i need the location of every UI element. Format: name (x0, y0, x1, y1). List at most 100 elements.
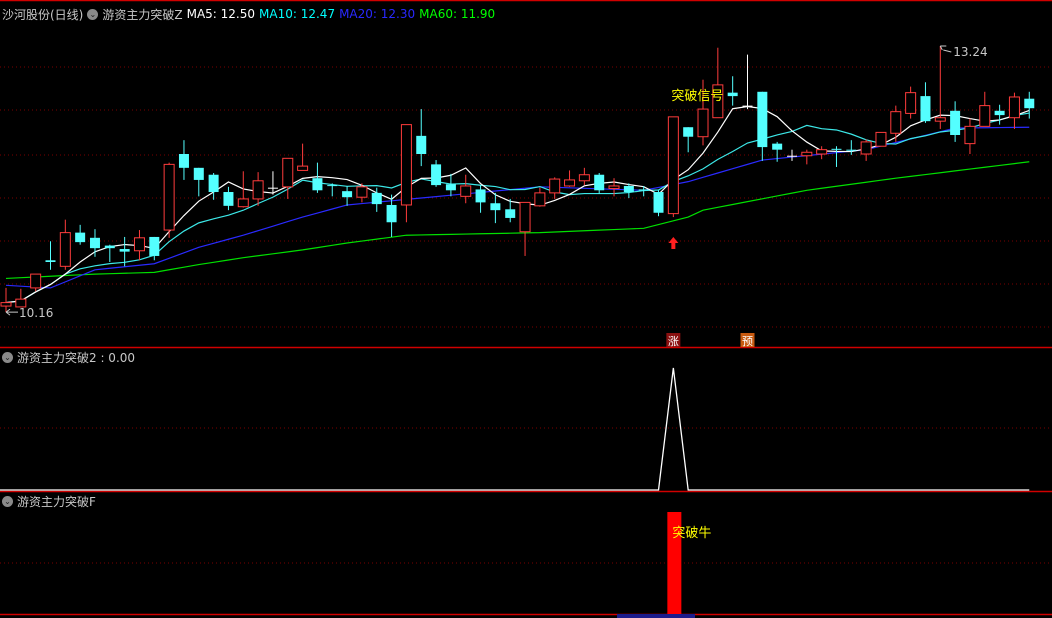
candle-body-down (505, 209, 516, 218)
candle (45, 241, 56, 270)
candle-body-down (149, 236, 160, 256)
candle-body-down (490, 203, 501, 211)
panel3-header: ⌄ 游资主力突破F (2, 493, 96, 509)
main-panel-header: 沙河股份(日线) ⌄ 游资主力突破Z MA5: 12.50 MA10: 12.4… (2, 6, 495, 22)
candle-body-up (816, 149, 828, 155)
candle (683, 127, 694, 153)
candle (282, 157, 294, 199)
candle (297, 143, 309, 171)
high-pointer-icon (939, 45, 952, 53)
candle-body-down (772, 143, 783, 150)
candle-body-up (697, 108, 709, 138)
panel2-title[interactable]: 游资主力突破2 : 0.00 (17, 349, 135, 366)
candle-body-down (1024, 98, 1035, 109)
candle-body-up (282, 157, 294, 188)
pre-tag: 预 (742, 335, 753, 348)
candle-body-down (267, 187, 278, 189)
candle (89, 229, 100, 257)
ma5-value: MA5: 12.50 (186, 7, 256, 21)
candle-body-up (519, 201, 531, 233)
candle (104, 244, 115, 262)
candle-body-down (416, 135, 427, 154)
candle (667, 116, 679, 218)
candle-body-down (312, 178, 323, 191)
candle-body-up (905, 92, 917, 114)
candle (445, 173, 456, 197)
grid-lines (0, 0, 1052, 618)
candle-body-down (45, 260, 56, 262)
candle (727, 76, 738, 106)
candle-body-up (252, 180, 264, 200)
candle-body-up (0, 302, 12, 307)
candle-body-down (119, 249, 130, 252)
candle-body-up (534, 192, 546, 207)
ma20-line (5, 126, 1030, 289)
candle (208, 173, 219, 200)
stock-chart[interactable]: 突破信号 13.24 10.16 突破牛 涨 预 (0, 0, 1052, 618)
candle-body-down (342, 191, 353, 198)
candle (133, 230, 145, 261)
candle (75, 224, 86, 245)
candle-body-up (163, 163, 175, 231)
candle (431, 160, 442, 187)
candle (475, 185, 486, 213)
candle-body-up (1008, 96, 1020, 119)
candle (519, 201, 531, 256)
candle (846, 140, 857, 155)
candle (327, 183, 338, 197)
candle (534, 187, 546, 207)
candle-body-up (59, 232, 71, 267)
candle (860, 139, 872, 161)
candle-body-up (297, 165, 309, 171)
candle-body-up (30, 273, 42, 289)
candle-body-down (594, 174, 605, 191)
candle (312, 162, 323, 193)
candle (342, 185, 353, 206)
candle (1008, 92, 1020, 129)
panel3-title[interactable]: 游资主力突破F (17, 493, 96, 510)
ma60-line (5, 161, 1030, 280)
candle (594, 173, 605, 194)
candle (252, 172, 264, 206)
candle-body-up (460, 185, 472, 197)
candle (163, 162, 175, 238)
candle-body-down (178, 154, 189, 168)
candle-body-down (223, 192, 234, 206)
candle-body-down (653, 192, 664, 213)
high-price-label: 13.24 (953, 45, 987, 59)
candle-body-down (475, 189, 486, 203)
indicator-menu-icon[interactable]: ⌄ (87, 8, 99, 20)
candle-body-up (875, 131, 887, 147)
candle-body-down (742, 105, 753, 107)
candle (890, 105, 902, 142)
ma10-value: MA10: 12.47 (259, 7, 336, 21)
indicator-menu-icon[interactable]: ⌄ (2, 495, 13, 507)
low-price-label: 10.16 (19, 306, 53, 320)
candle (1024, 91, 1035, 119)
candle (920, 82, 931, 123)
ma20-value: MA20: 12.30 (339, 7, 416, 21)
candle-body-down (846, 149, 857, 151)
candle-body-down (104, 245, 115, 249)
candle (59, 219, 71, 270)
candle (831, 146, 842, 167)
up-arrow-icon (668, 237, 679, 249)
candle-body-up (133, 237, 145, 252)
candle-body-down (75, 232, 86, 243)
candle-body-down (327, 185, 338, 187)
candle-body-up (964, 125, 976, 145)
candle (712, 47, 724, 119)
candle-body-up (890, 111, 902, 134)
candle-body-down (623, 185, 634, 193)
indicator-menu-icon[interactable]: ⌄ (2, 351, 13, 363)
candle (178, 140, 189, 180)
candle (979, 91, 991, 127)
candle (30, 273, 42, 292)
candle (653, 190, 664, 217)
candle-body-down (757, 91, 768, 148)
indicator-name[interactable]: 游资主力突破Z (102, 6, 182, 23)
candle (801, 149, 813, 165)
candle-body-down (431, 164, 442, 186)
candle-body-down (683, 127, 694, 137)
candle (564, 170, 576, 187)
